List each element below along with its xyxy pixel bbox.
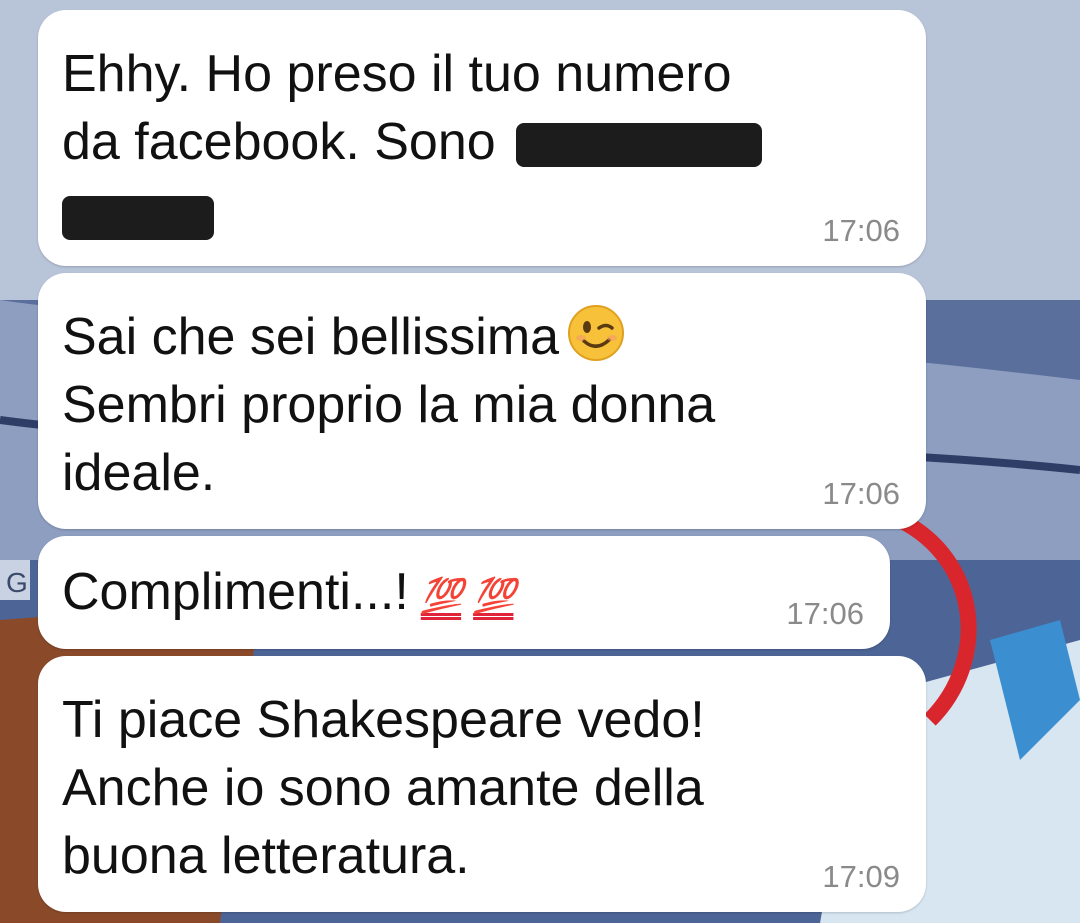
redacted-name bbox=[516, 123, 763, 168]
message-text-line: Sai che sei bellissima bbox=[62, 303, 902, 371]
message-text-line: Complimenti...! 💯 💯 bbox=[62, 558, 866, 630]
message-timestamp: 17:06 bbox=[822, 213, 900, 248]
winking-face-icon bbox=[568, 305, 625, 361]
message-timestamp: 17:06 bbox=[786, 596, 864, 631]
hundred-points-icon: 💯 bbox=[473, 577, 515, 615]
message-bubble[interactable]: Ti piace Shakespeare vedo! Anche io sono… bbox=[38, 656, 926, 912]
message-timestamp: 17:09 bbox=[822, 859, 900, 894]
bubble-tail bbox=[58, 20, 84, 46]
message-bubble[interactable]: Complimenti...! 💯 💯 17:06 bbox=[38, 536, 890, 649]
svg-text:G: G bbox=[6, 567, 28, 598]
message-text-line: buona letteratura. bbox=[62, 827, 470, 885]
message-text-line: ideale. bbox=[62, 444, 216, 502]
message-bubble[interactable]: Ehhy. Ho preso il tuo numero da facebook… bbox=[38, 10, 926, 266]
message-text-line: Ehhy. Ho preso il tuo numero bbox=[62, 45, 732, 103]
message-timestamp: 17:06 bbox=[822, 476, 900, 511]
message-bubble[interactable]: Sai che sei bellissima Sembri proprio la… bbox=[38, 273, 926, 529]
message-text-line: Anche io sono amante della bbox=[62, 759, 704, 817]
message-text-line: Ti piace Shakespeare vedo! bbox=[62, 691, 705, 749]
message-text-line: da facebook. Sono bbox=[62, 108, 902, 176]
hundred-points-icon: 💯 bbox=[420, 577, 463, 615]
redacted-name bbox=[62, 196, 214, 241]
message-text-line: Sembri proprio la mia donna bbox=[62, 376, 716, 434]
